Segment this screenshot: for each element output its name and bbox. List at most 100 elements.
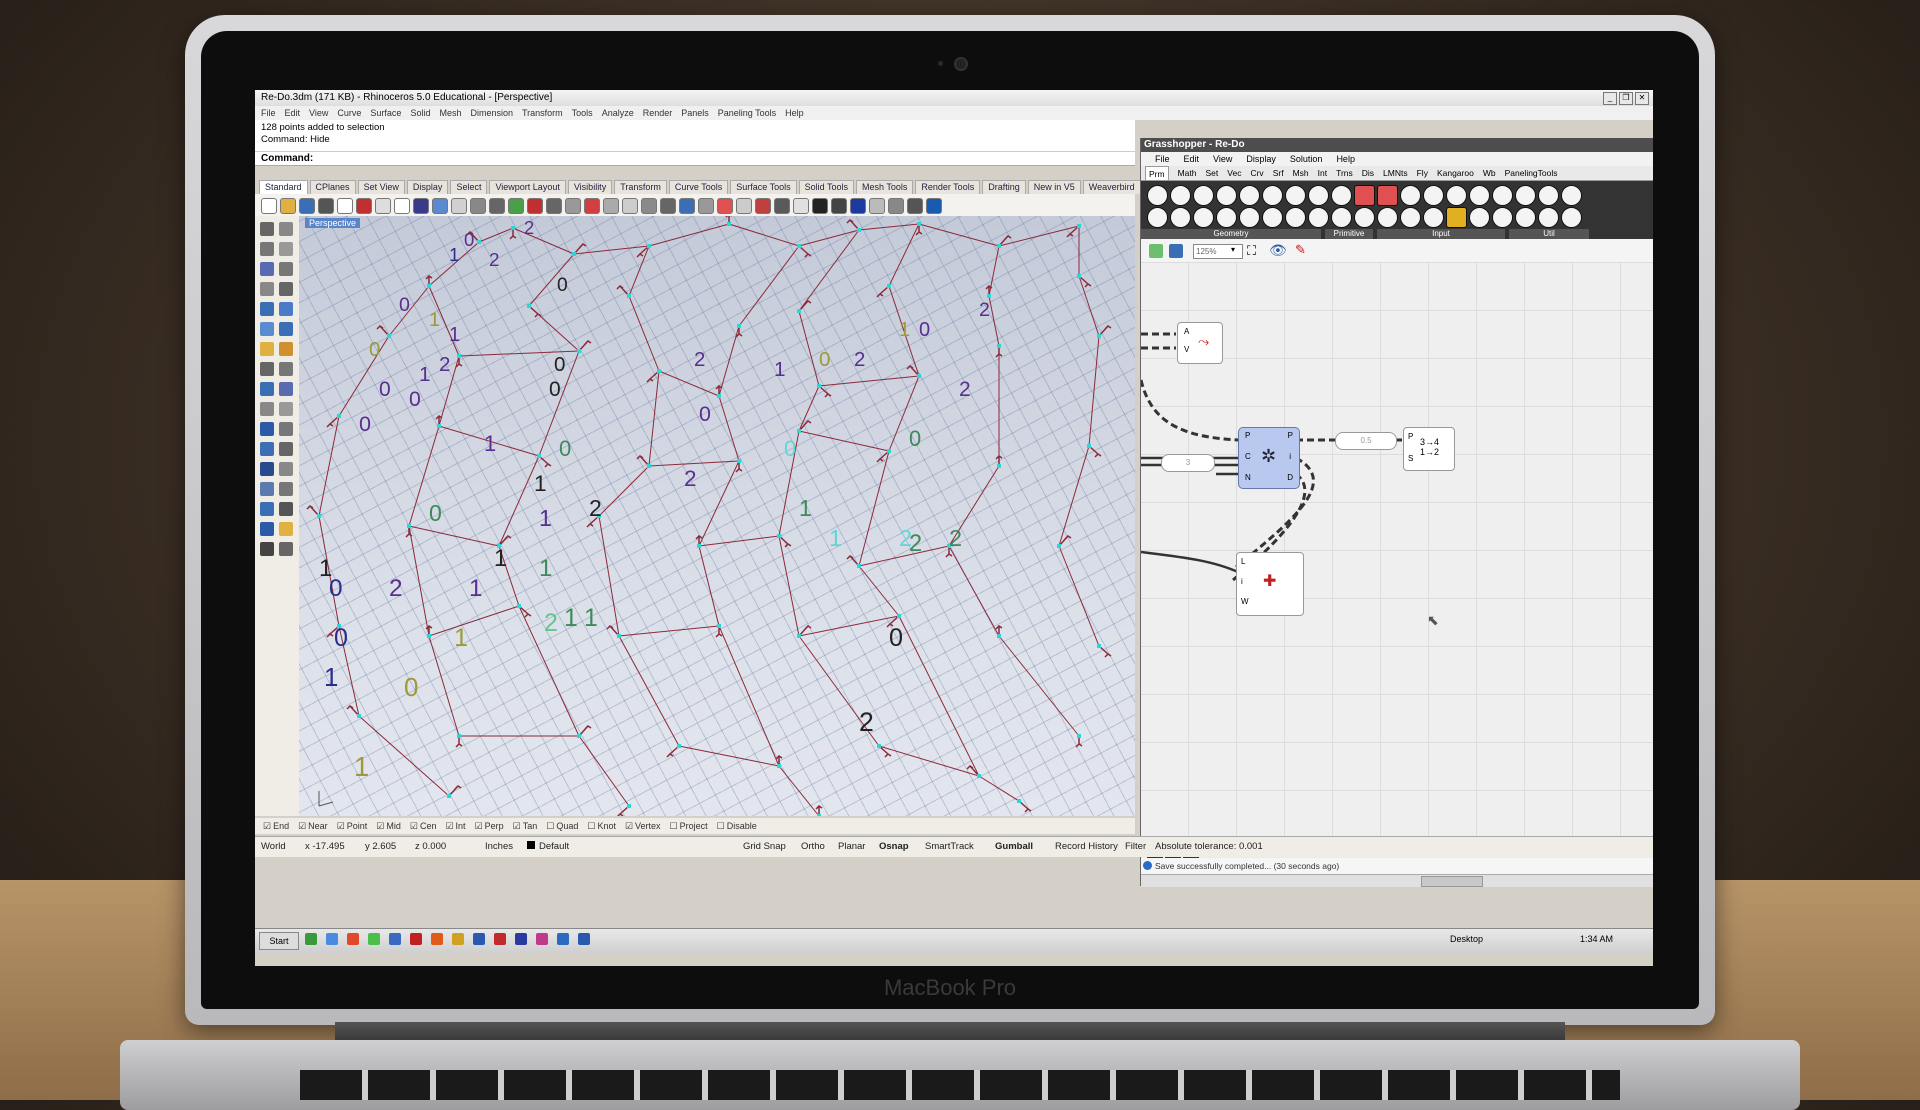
restore-icon[interactable]: ❐: [1619, 92, 1633, 105]
toolbar-tool-icon[interactable]: [394, 198, 410, 214]
gh-component-icon[interactable]: [1354, 185, 1375, 206]
gh-menu-help[interactable]: Help: [1336, 152, 1355, 166]
palette-tool-icon[interactable]: [279, 462, 293, 476]
gh-port-n[interactable]: N: [1245, 473, 1251, 482]
network-node[interactable]: [797, 309, 801, 313]
gh-menu-edit[interactable]: Edit: [1184, 152, 1200, 166]
gh-tab-int[interactable]: Int: [1318, 166, 1327, 180]
menu-view[interactable]: View: [309, 106, 328, 120]
ortho-toggle[interactable]: Ortho: [801, 837, 825, 857]
network-node[interactable]: [917, 222, 921, 226]
palette-tool-icon[interactable]: [260, 222, 274, 236]
palette-tool-icon[interactable]: [279, 322, 293, 336]
tab-mesh-tools[interactable]: Mesh Tools: [855, 180, 914, 194]
osnap-perp[interactable]: Perp: [475, 818, 504, 834]
palette-tool-icon[interactable]: [260, 502, 274, 516]
menu-surface[interactable]: Surface: [370, 106, 401, 120]
network-node[interactable]: [457, 734, 461, 738]
gh-component-icon[interactable]: [1147, 185, 1168, 206]
gh-component-icon[interactable]: [1423, 207, 1444, 228]
osnap-toggle[interactable]: Osnap: [879, 837, 909, 857]
gh-menu-file[interactable]: File: [1155, 152, 1170, 166]
gh-component-icon[interactable]: [1285, 185, 1306, 206]
gh-port-v[interactable]: V: [1184, 345, 1189, 354]
palette-tool-icon[interactable]: [279, 522, 293, 536]
menu-edit[interactable]: Edit: [285, 106, 301, 120]
smarttrack-toggle[interactable]: SmartTrack: [925, 837, 974, 857]
tab-new-in-v5[interactable]: New in V5: [1027, 180, 1081, 194]
toolbar-tool-icon[interactable]: [470, 198, 486, 214]
menu-mesh[interactable]: Mesh: [439, 106, 461, 120]
network-node[interactable]: [817, 384, 821, 388]
gh-component-icon[interactable]: [1239, 185, 1260, 206]
toolbar-tool-icon[interactable]: [489, 198, 505, 214]
network-node[interactable]: [1077, 734, 1081, 738]
taskbar-app-icon[interactable]: [431, 933, 443, 945]
toolbar-tool-icon[interactable]: [603, 198, 619, 214]
toolbar-tool-icon[interactable]: [451, 198, 467, 214]
start-button[interactable]: Start: [259, 932, 299, 950]
gh-component-icon[interactable]: [1354, 207, 1375, 228]
gh-menu-view[interactable]: View: [1213, 152, 1232, 166]
osnap-cen[interactable]: Cen: [410, 818, 437, 834]
palette-tool-icon[interactable]: [260, 522, 274, 536]
toolbar-tool-icon[interactable]: [413, 198, 429, 214]
network-node[interactable]: [627, 804, 631, 808]
gh-component-icon[interactable]: [1492, 207, 1513, 228]
tab-solid-tools[interactable]: Solid Tools: [798, 180, 854, 194]
gh-component-icon[interactable]: [1377, 207, 1398, 228]
network-node[interactable]: [647, 244, 651, 248]
palette-tool-icon[interactable]: [279, 222, 293, 236]
palette-tool-icon[interactable]: [260, 262, 274, 276]
toolbar-tool-icon[interactable]: [299, 198, 315, 214]
network-node[interactable]: [797, 244, 801, 248]
gh-port-d-out[interactable]: D: [1287, 473, 1293, 482]
palette-tool-icon[interactable]: [260, 422, 274, 436]
gh-node-4[interactable]: L i W ✚: [1236, 552, 1304, 616]
gh-port-a[interactable]: A: [1184, 327, 1189, 336]
status-layer[interactable]: Default: [539, 837, 569, 857]
network-node[interactable]: [997, 634, 1001, 638]
toolbar-tool-icon[interactable]: [831, 198, 847, 214]
network-node[interactable]: [777, 534, 781, 538]
palette-tool-icon[interactable]: [260, 542, 274, 556]
gumball-toggle[interactable]: Gumball: [995, 837, 1033, 857]
gh-component-icon[interactable]: [1193, 207, 1214, 228]
gh-component-icon[interactable]: [1239, 207, 1260, 228]
tab-viewport-layout[interactable]: Viewport Layout: [489, 180, 566, 194]
palette-tool-icon[interactable]: [279, 422, 293, 436]
taskbar-app-icon[interactable]: [410, 933, 422, 945]
palette-tool-icon[interactable]: [279, 442, 293, 456]
gh-port-s[interactable]: S: [1408, 454, 1413, 463]
gh-component-icon[interactable]: [1446, 185, 1467, 206]
toolbar-tool-icon[interactable]: [660, 198, 676, 214]
toolbar-tool-icon[interactable]: [584, 198, 600, 214]
command-input[interactable]: Command:: [255, 152, 1135, 166]
gh-tab-vec[interactable]: Vec: [1227, 166, 1241, 180]
network-node[interactable]: [447, 794, 451, 798]
gh-node-3[interactable]: P S 3→4 1→2: [1403, 427, 1455, 471]
zoom-extents-icon[interactable]: ⛶: [1247, 243, 1256, 259]
gh-component-icon[interactable]: [1538, 207, 1559, 228]
network-node[interactable]: [887, 449, 891, 453]
network-node[interactable]: [457, 354, 461, 358]
network-node[interactable]: [337, 414, 341, 418]
grasshopper-canvas[interactable]: A V ⤳ P C N P i D ✲ 3 0.5 P S 3→4 1→2 L …: [1141, 262, 1653, 838]
network-node[interactable]: [517, 604, 521, 608]
toolbar-tool-icon[interactable]: [280, 198, 296, 214]
network-node[interactable]: [977, 774, 981, 778]
network-node[interactable]: [407, 524, 411, 528]
gh-horizontal-scrollbar[interactable]: [1141, 874, 1653, 887]
network-node[interactable]: [987, 294, 991, 298]
tab-cplanes[interactable]: CPlanes: [309, 180, 356, 194]
tab-surface-tools[interactable]: Surface Tools: [730, 180, 797, 194]
osnap-quad[interactable]: Quad: [546, 818, 578, 834]
palette-tool-icon[interactable]: [279, 302, 293, 316]
palette-tool-icon[interactable]: [279, 502, 293, 516]
taskbar-app-icon[interactable]: [389, 933, 401, 945]
tab-drafting[interactable]: Drafting: [982, 180, 1026, 194]
palette-tool-icon[interactable]: [260, 402, 274, 416]
toolbar-tool-icon[interactable]: [318, 198, 334, 214]
toolbar-tool-icon[interactable]: [679, 198, 695, 214]
gh-node-2[interactable]: P C N P i D ✲: [1238, 427, 1300, 489]
